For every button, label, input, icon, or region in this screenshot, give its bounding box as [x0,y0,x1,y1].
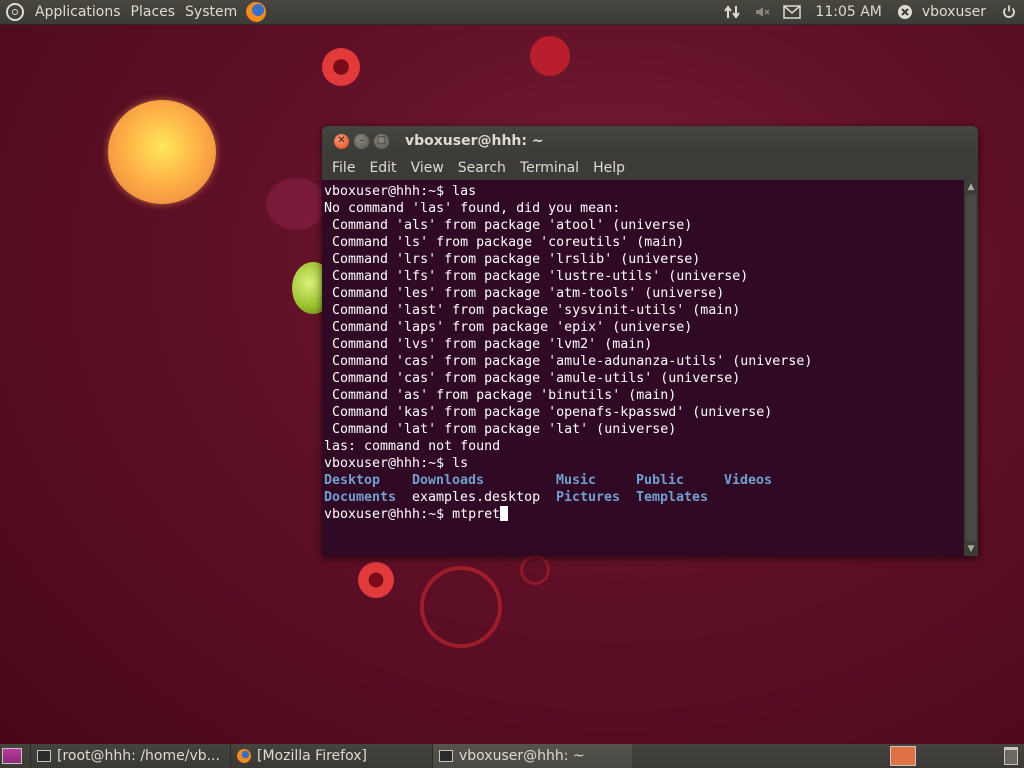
text-cursor [500,506,509,521]
wallpaper-ring [520,555,550,585]
firefox-icon [237,749,251,763]
show-desktop-icon[interactable] [2,748,22,764]
terminal-line: vboxuser@hhh:~$ ls [324,456,469,471]
terminal-icon [37,750,51,762]
minimize-icon[interactable]: – [354,133,369,149]
user-menu[interactable]: vboxuser [920,4,994,20]
top-panel: Applications Places System 11:05 AM vbox… [0,0,1024,24]
menu-file[interactable]: File [325,160,362,176]
terminal-line: Command 'kas' from package 'openafs-kpas… [324,405,773,420]
terminal-line: Command 'lvs' from package 'lvm2' (main) [324,337,653,352]
menu-places[interactable]: Places [126,4,181,20]
command-input[interactable]: mtpret [452,507,500,522]
ls-directory: Desktop [324,473,381,488]
sound-muted-icon[interactable] [753,3,771,21]
top-menu: Applications Places System [0,0,267,24]
terminal-line: Command 'lfs' from package 'lustre-utils… [324,269,749,284]
ls-file: examples.desktop [412,490,541,505]
menu-help[interactable]: Help [586,160,632,176]
terminal-line: Command 'cas' from package 'amule-adunan… [324,354,813,369]
wallpaper-blob [266,178,326,230]
terminal-output[interactable]: vboxuser@hhh:~$ las No command 'las' foun… [322,180,964,556]
power-icon[interactable] [1000,3,1018,21]
terminal-line: las: command not found [324,439,501,454]
menu-edit[interactable]: Edit [362,160,403,176]
scroll-down-arrow-icon[interactable]: ▼ [964,542,978,556]
task-label: vboxuser@hhh: ~ [459,748,585,764]
task-label: [Mozilla Firefox] [257,748,367,764]
ls-directory: Videos [724,473,773,488]
menu-applications[interactable]: Applications [30,4,126,20]
terminal-line: Command 'laps' from package 'epix' (univ… [324,320,693,335]
terminal-icon [439,750,453,762]
wallpaper-red-dot [322,48,360,86]
network-arrows-icon[interactable] [723,3,741,21]
bottom-panel: [root@hhh: /home/vb... [Mozilla Firefox]… [0,744,1024,768]
terminal-line: Command 'cas' from package 'amule-utils'… [324,371,741,386]
ls-output-row: Documents examples.desktop Pictures Templat… [324,489,964,506]
terminal-line: Command 'last' from package 'sysvinit-ut… [324,303,741,318]
ls-directory: Documents [324,490,397,505]
terminal-line: Command 'les' from package 'atm-tools' (… [324,286,725,301]
ls-directory: Pictures [556,490,621,505]
wallpaper-sun [108,100,216,204]
ls-directory: Music [556,473,597,488]
terminal-line: Command 'als' from package 'atool' (univ… [324,218,693,233]
ls-directory: Downloads [412,473,485,488]
terminal-line: vboxuser@hhh:~$ las [324,184,477,199]
maximize-icon[interactable]: □ [374,133,389,149]
taskbar-item-firefox[interactable]: [Mozilla Firefox] [230,744,432,768]
wallpaper-red-dot [530,36,570,76]
user-x-icon [896,3,914,21]
workspace-switcher[interactable] [890,746,916,766]
mail-envelope-icon[interactable] [783,3,802,21]
taskbar-item-vboxuser-terminal[interactable]: vboxuser@hhh: ~ [432,744,632,768]
terminal-prompt-line[interactable]: vboxuser@hhh:~$ mtpret [324,506,964,523]
terminal-line: Command 'as' from package 'binutils' (ma… [324,388,677,403]
system-tray: 11:05 AM vboxuser [717,0,1024,24]
wallpaper-red-dot [358,562,394,598]
terminal-line: Command 'lrs' from package 'lrslib' (uni… [324,252,701,267]
wallpaper-ring [420,566,502,648]
terminal-scrollbar[interactable]: ▲ ▼ [964,180,978,556]
prompt: vboxuser@hhh:~$ [324,507,453,522]
ls-output-row: Desktop Downloads Music Public Videos [324,472,964,489]
ls-directory: Public [636,473,685,488]
window-title: vboxuser@hhh: ~ [405,133,544,149]
scroll-up-arrow-icon[interactable]: ▲ [964,180,978,194]
terminal-line: No command 'las' found, did you mean: [324,201,621,216]
ls-directory: Templates [636,490,709,505]
scrollbar-thumb[interactable] [966,194,976,542]
menu-view[interactable]: View [404,160,451,176]
ubuntu-logo-icon[interactable] [6,3,24,21]
terminal-window: ✕ – □ vboxuser@hhh: ~ File Edit View Sea… [322,126,978,556]
terminal-menubar: File Edit View Search Terminal Help [322,156,978,180]
menu-terminal[interactable]: Terminal [513,160,586,176]
terminal-line: Command 'lat' from package 'lat' (univer… [324,422,677,437]
terminal-line: Command 'ls' from package 'coreutils' (m… [324,235,685,250]
menu-system[interactable]: System [180,4,242,20]
clock[interactable]: 11:05 AM [807,4,889,20]
task-label: [root@hhh: /home/vb... [57,748,220,764]
terminal-titlebar[interactable]: ✕ – □ vboxuser@hhh: ~ [322,126,978,156]
firefox-launcher-icon[interactable] [246,2,267,22]
trash-icon[interactable] [1004,747,1018,765]
taskbar-item-root-terminal[interactable]: [root@hhh: /home/vb... [30,744,230,768]
menu-search[interactable]: Search [451,160,513,176]
close-icon[interactable]: ✕ [334,133,349,149]
